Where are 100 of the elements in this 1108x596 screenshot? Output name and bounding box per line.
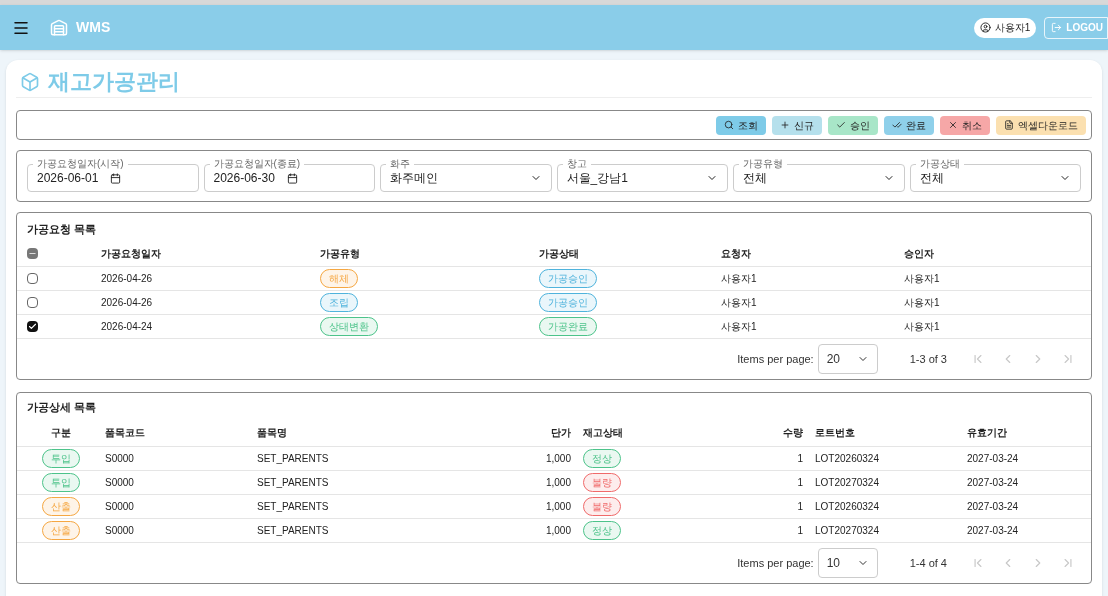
field-value: 2026-06-30	[213, 170, 275, 187]
column-header: 가공유형	[320, 247, 361, 261]
excel-button[interactable]: 엑셀다운로드	[996, 115, 1086, 135]
user-chip[interactable]: 사용자1	[973, 17, 1037, 38]
table-cell-text: 1	[797, 524, 804, 538]
field-value: 2026-06-01	[37, 170, 99, 187]
type-tag: 해체	[320, 269, 358, 288]
column-header: 품목코드	[105, 426, 146, 440]
field-value: 서울_강남1	[566, 170, 628, 187]
table-cell-text: 사용자1	[904, 272, 941, 286]
column-header: 품목명	[257, 426, 288, 440]
page-size-select[interactable]: 20	[817, 344, 878, 374]
table-cell-text: S0000	[105, 524, 135, 538]
document-icon	[1004, 120, 1014, 130]
column-header: 요청자	[721, 247, 752, 261]
items-per-page-label: Items per page:	[737, 555, 814, 571]
category-tag: 산출	[42, 521, 80, 540]
table-cell-text: 사용자1	[721, 320, 758, 334]
status-tag: 가공완료	[539, 317, 597, 336]
table-cell-text: S0000	[105, 500, 135, 514]
table-cell-text: 1	[797, 500, 804, 514]
field-label: 화주	[386, 158, 414, 170]
check-icon	[28, 322, 37, 331]
table-cell-text: 사용자1	[904, 296, 941, 310]
table-cell-text: 1,000	[545, 452, 572, 466]
select-all-checkbox[interactable]	[27, 248, 38, 259]
table-cell-text: LOT20260324	[815, 500, 880, 514]
column-header: 가공요청일자	[101, 247, 162, 261]
type-tag: 조립	[320, 293, 358, 312]
approve-button[interactable]: 승인	[828, 115, 878, 135]
stock-status-tag: 불량	[583, 497, 621, 516]
table-cell-text: SET_PARENTS	[257, 476, 330, 490]
field-label: 가공유형	[739, 158, 787, 170]
category-tag: 투입	[42, 473, 80, 492]
table-cell-text: SET_PARENTS	[257, 524, 330, 538]
table-cell-text: LOT20270324	[815, 476, 880, 490]
row-checkbox[interactable]	[27, 297, 38, 308]
add-button[interactable]: 신규	[772, 115, 822, 135]
items-per-page-label: Items per page:	[737, 351, 814, 367]
table-cell-text: SET_PARENTS	[257, 500, 330, 514]
table-cell-text: SET_PARENTS	[257, 452, 330, 466]
plus-icon	[780, 120, 790, 130]
status-tag: 가공승인	[539, 293, 597, 312]
table-cell-text: 1	[797, 476, 804, 490]
table-cell-text: S0000	[105, 476, 135, 490]
calendar-icon[interactable]	[286, 172, 298, 184]
row-checkbox[interactable]	[27, 321, 38, 332]
table-cell-text: 2027-03-24	[967, 524, 1020, 538]
table-cell-text: LOT20260324	[815, 452, 880, 466]
column-header: 로트번호	[815, 426, 856, 440]
status-tag: 가공승인	[539, 269, 597, 288]
page-size-select[interactable]: 10	[817, 548, 878, 578]
logout-icon	[1051, 22, 1063, 33]
box-icon	[20, 71, 40, 92]
category-tag: 산출	[42, 497, 80, 516]
calendar-icon[interactable]	[110, 172, 122, 184]
field-value: 전체	[919, 170, 944, 187]
panel-title: 가공상세 목록	[26, 400, 98, 415]
table-cell-text: 1,000	[545, 524, 572, 538]
field-value: 전체	[743, 170, 767, 187]
table-cell-text: S0000	[105, 452, 135, 466]
warehouse-icon	[50, 18, 68, 37]
table-cell-text: 2027-03-24	[967, 452, 1020, 466]
page-title: 재고가공관리	[48, 68, 180, 96]
column-header: 재고상태	[583, 426, 624, 440]
table-cell-text: 사용자1	[721, 272, 758, 286]
cancel-button[interactable]: 취소	[940, 115, 990, 135]
double-check-icon	[892, 120, 902, 130]
table-cell-text: 2026-04-26	[101, 296, 154, 310]
table-cell-text: 2026-04-26	[101, 272, 154, 286]
user-name: 사용자1	[994, 21, 1031, 35]
search-button[interactable]: 조회	[716, 115, 766, 135]
stock-status-tag: 정상	[583, 449, 621, 468]
stock-status-tag: 정상	[583, 521, 621, 540]
field-label: 가공상태	[915, 158, 964, 170]
complete-button[interactable]: 완료	[884, 115, 934, 135]
search-icon	[724, 120, 734, 130]
table-cell-text: 1	[797, 452, 804, 466]
table-cell-text: 1,000	[545, 500, 572, 514]
page-range: 1-3 of 3	[909, 351, 947, 367]
column-header: 승인자	[904, 247, 935, 261]
column-header: 수량	[783, 426, 804, 440]
table-cell-text: 사용자1	[721, 296, 758, 310]
column-header: 단가	[551, 426, 572, 440]
check-icon	[836, 120, 846, 130]
table-cell-text: 2026-04-24	[101, 320, 154, 334]
field-label: 창고	[562, 158, 591, 170]
column-header: 유효기간	[967, 426, 1008, 440]
category-tag: 투입	[42, 449, 80, 468]
row-checkbox[interactable]	[27, 273, 38, 284]
table-cell-text: LOT20270324	[815, 524, 880, 538]
table-cell-text: 사용자1	[904, 320, 941, 334]
user-icon	[979, 22, 991, 33]
table-cell-text: 2027-03-24	[967, 476, 1020, 490]
stock-status-tag: 불량	[583, 473, 621, 492]
field-label: 가공요청일자(종료)	[209, 158, 305, 170]
column-header: 가공상태	[539, 247, 580, 261]
type-tag: 상태변환	[320, 317, 378, 336]
table-cell-text: 1,000	[545, 476, 572, 490]
field-label: 가공요청일자(시작)	[33, 158, 128, 170]
